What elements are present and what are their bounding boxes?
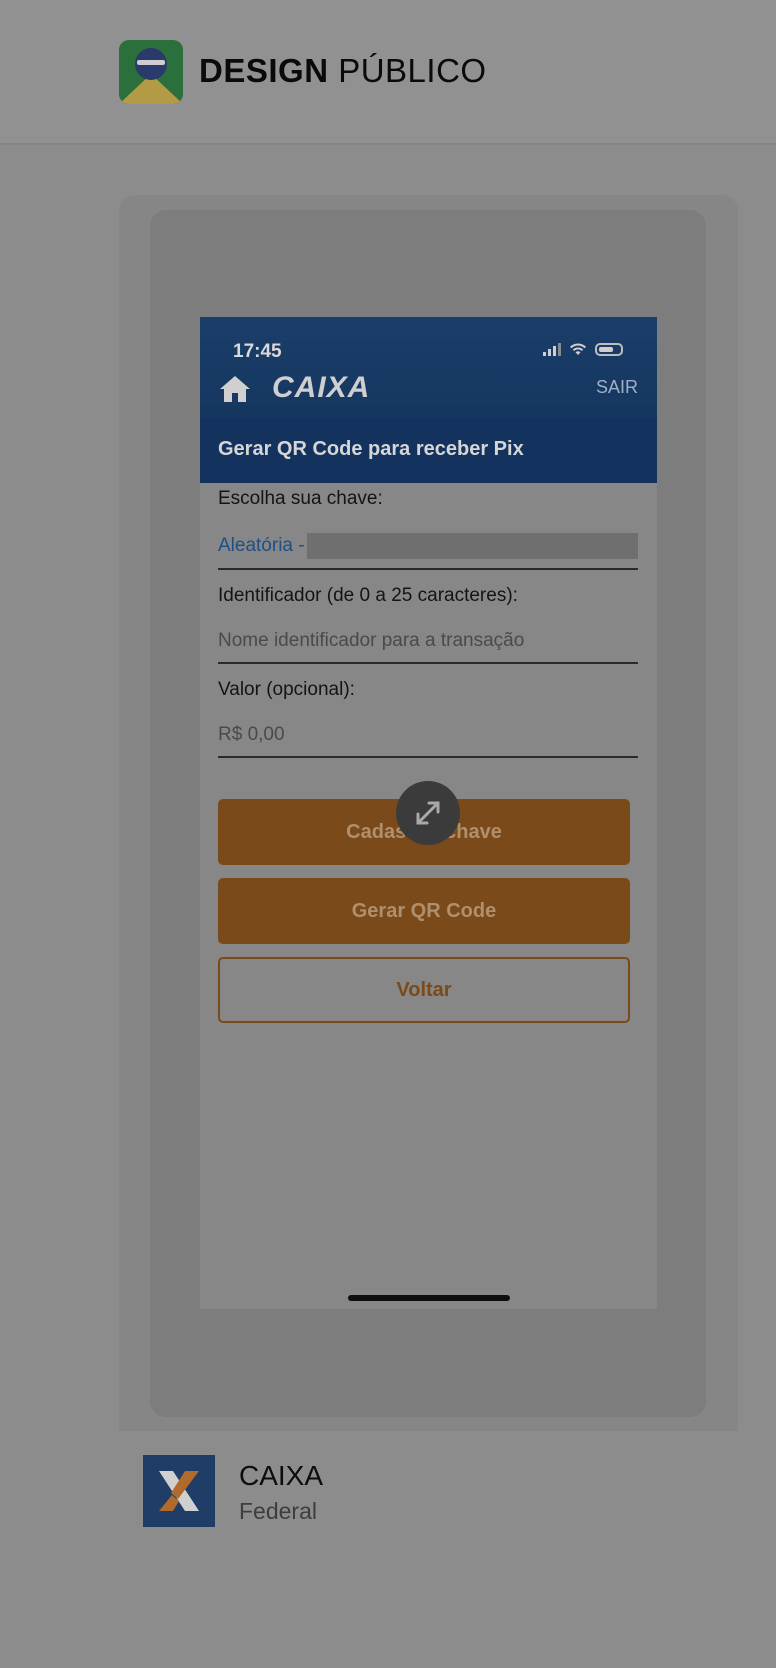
site-brand[interactable]: DESIGN PÚBLICO	[199, 52, 487, 90]
value-label: Valor (opcional):	[218, 679, 355, 700]
key-field-underline	[218, 568, 638, 570]
design-publico-logo-icon[interactable]	[119, 40, 183, 104]
back-button[interactable]: Voltar	[218, 957, 630, 1023]
value-underline	[218, 756, 638, 758]
caixa-logo: CAIXA	[272, 371, 371, 404]
page-title-bar: Gerar QR Code para receber Pix	[200, 418, 657, 483]
identifier-input[interactable]: Nome identificador para a transação	[218, 630, 524, 652]
brand-bold: DESIGN	[199, 52, 329, 89]
app-name: CAIXA	[239, 1460, 324, 1491]
app-category: Federal	[239, 1498, 317, 1524]
status-icons	[543, 343, 623, 356]
home-indicator	[348, 1295, 510, 1301]
battery-icon	[595, 343, 623, 356]
brand-light: PÚBLICO	[338, 52, 487, 89]
signal-icon	[543, 343, 561, 356]
masked-key-value	[307, 533, 638, 559]
identifier-underline	[218, 662, 638, 664]
wifi-icon	[570, 343, 586, 355]
page-title: Gerar QR Code para receber Pix	[218, 438, 524, 460]
app-header: 17:45 CAIXA SAIR Gerar QR Code para rece…	[200, 317, 657, 483]
generate-qr-button[interactable]: Gerar QR Code	[218, 878, 630, 944]
value-input[interactable]: R$ 0,00	[218, 724, 285, 746]
identifier-label: Identificador (de 0 a 25 caracteres):	[218, 585, 518, 606]
expand-button[interactable]	[396, 781, 460, 845]
key-select[interactable]: Aleatória -	[218, 535, 305, 557]
expand-icon	[416, 801, 440, 825]
caixa-x-icon	[143, 1455, 215, 1527]
key-label: Escolha sua chave:	[218, 488, 383, 509]
site-header: DESIGN PÚBLICO	[0, 0, 776, 145]
home-icon[interactable]	[218, 374, 252, 404]
logout-button[interactable]: SAIR	[596, 377, 638, 398]
status-time: 17:45	[233, 341, 282, 362]
